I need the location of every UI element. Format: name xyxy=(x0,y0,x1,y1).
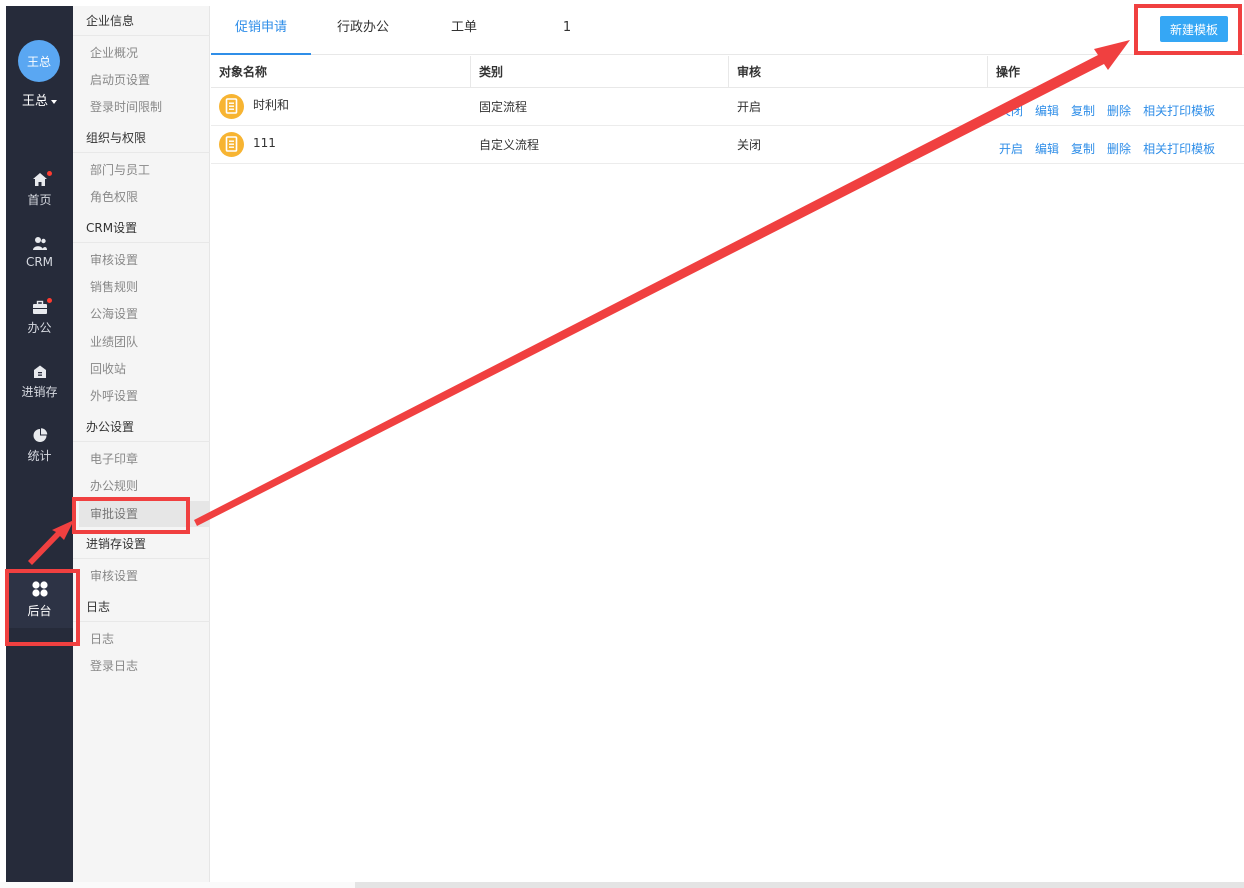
tab-bar: 促销申请 行政办公 工单 1 新建模板 xyxy=(211,6,1244,55)
row-actions: 开启 编辑 复制 删除 相关打印模板 xyxy=(999,134,1227,164)
copy-link[interactable]: 复制 xyxy=(1071,134,1095,164)
sidebar-group-company: 企业信息 xyxy=(73,6,210,36)
copy-link[interactable]: 复制 xyxy=(1071,96,1095,126)
toggle-link[interactable]: 开启 xyxy=(999,134,1023,164)
sidebar-item-outbound-call[interactable]: 外呼设置 xyxy=(73,383,210,409)
sidebar-group-log: 日志 xyxy=(73,592,210,622)
column-header-type: 类别 xyxy=(471,56,729,88)
table-row: 111 自定义流程 关闭 开启 编辑 复制 删除 相关打印模板 xyxy=(211,126,1244,164)
nav-stats[interactable]: 统计 xyxy=(6,428,73,464)
sidebar-item-sales-rules[interactable]: 销售规则 xyxy=(73,274,210,300)
delete-link[interactable]: 删除 xyxy=(1107,96,1131,126)
sidebar-item-log[interactable]: 日志 xyxy=(73,626,210,652)
nav-inventory[interactable]: 进销存 xyxy=(6,364,73,400)
tab-1[interactable]: 1 xyxy=(537,6,597,55)
nav-admin[interactable]: 后台 xyxy=(6,570,73,628)
edit-link[interactable]: 编辑 xyxy=(1035,96,1059,126)
tab-admin-office[interactable]: 行政办公 xyxy=(315,6,411,55)
chevron-down-icon xyxy=(51,99,57,104)
delete-link[interactable]: 删除 xyxy=(1107,134,1131,164)
sidebar-group-crm: CRM设置 xyxy=(73,213,210,243)
sidebar-item-login-time-limit[interactable]: 登录时间限制 xyxy=(73,94,210,120)
table-row: 时利和 固定流程 开启 关闭 编辑 复制 删除 相关打印模板 xyxy=(211,88,1244,126)
notification-dot xyxy=(47,298,52,303)
sidebar-item-departments[interactable]: 部门与员工 xyxy=(73,157,210,183)
cell-review: 开启 xyxy=(737,100,762,114)
toggle-link[interactable]: 关闭 xyxy=(999,96,1023,126)
briefcase-icon xyxy=(32,300,47,314)
document-icon xyxy=(219,94,244,119)
user-name: 王总 xyxy=(21,94,48,109)
sidebar-item-crm-review[interactable]: 审核设置 xyxy=(73,247,210,273)
sidebar-group-org: 组织与权限 xyxy=(73,123,210,153)
column-header-name: 对象名称 xyxy=(211,56,471,88)
users-icon xyxy=(32,237,47,250)
user-menu[interactable]: 王总 xyxy=(6,90,73,109)
edit-link[interactable]: 编辑 xyxy=(1035,134,1059,164)
notification-dot xyxy=(47,171,52,176)
pie-chart-icon xyxy=(33,428,47,442)
column-header-ops: 操作 xyxy=(996,65,1021,79)
nav-office[interactable]: 办公 xyxy=(6,298,73,336)
sidebar-item-startup-page[interactable]: 启动页设置 xyxy=(73,67,210,93)
sidebar-item-inventory-review[interactable]: 审核设置 xyxy=(73,563,210,589)
grid-icon xyxy=(31,581,48,597)
sidebar-item-approval-settings[interactable]: 审批设置 xyxy=(79,501,210,527)
table-header: 对象名称 类别 审核 操作 xyxy=(211,56,1244,88)
avatar[interactable]: 王总 xyxy=(18,40,60,82)
sidebar-item-public-pool[interactable]: 公海设置 xyxy=(73,301,210,327)
sidebar-item-company-overview[interactable]: 企业概况 xyxy=(73,40,210,66)
tab-promotion-request[interactable]: 促销申请 xyxy=(211,6,311,55)
new-template-button[interactable]: 新建模板 xyxy=(1160,16,1228,42)
print-template-link[interactable]: 相关打印模板 xyxy=(1143,134,1215,164)
settings-sidebar: 企业信息 企业概况 启动页设置 登录时间限制 组织与权限 部门与员工 角色权限 … xyxy=(73,6,210,882)
nav-stats-label: 统计 xyxy=(27,449,52,463)
nav-home[interactable]: 首页 xyxy=(6,171,73,208)
sidebar-item-login-log[interactable]: 登录日志 xyxy=(73,653,210,679)
sidebar-item-office-rules[interactable]: 办公规则 xyxy=(73,473,210,499)
avatar-text: 王总 xyxy=(26,54,51,69)
cell-name: 111 xyxy=(253,136,276,150)
cell-review: 关闭 xyxy=(737,138,762,152)
document-icon xyxy=(219,132,244,157)
cell-type: 自定义流程 xyxy=(479,138,540,152)
row-actions: 关闭 编辑 复制 删除 相关打印模板 xyxy=(999,96,1227,126)
tab-work-order[interactable]: 工单 xyxy=(429,6,499,55)
left-nav: 王总 王总 首页 CRM 办公 进销存 统计 后台 xyxy=(6,6,73,882)
nav-office-label: 办公 xyxy=(27,321,52,335)
sidebar-item-e-seal[interactable]: 电子印章 xyxy=(73,446,210,472)
cell-name: 时利和 xyxy=(253,98,290,112)
sidebar-group-inventory: 进销存设置 xyxy=(73,529,210,559)
warehouse-icon xyxy=(33,365,46,378)
nav-home-label: 首页 xyxy=(27,193,52,207)
nav-crm-label: CRM xyxy=(25,255,54,269)
main-content: 促销申请 行政办公 工单 1 新建模板 对象名称 类别 审核 操作 时利和 固定… xyxy=(211,6,1244,882)
nav-inventory-label: 进销存 xyxy=(21,385,58,399)
cell-type: 固定流程 xyxy=(479,100,528,114)
sidebar-group-office: 办公设置 xyxy=(73,412,210,442)
print-template-link[interactable]: 相关打印模板 xyxy=(1143,96,1215,126)
home-icon xyxy=(32,173,47,186)
nav-admin-label: 后台 xyxy=(27,604,52,618)
horizontal-scrollbar[interactable] xyxy=(0,882,1244,888)
sidebar-item-performance-team[interactable]: 业绩团队 xyxy=(73,329,210,355)
column-header-review: 审核 xyxy=(729,56,988,88)
sidebar-item-roles[interactable]: 角色权限 xyxy=(73,184,210,210)
scrollbar-thumb[interactable] xyxy=(0,882,355,888)
nav-crm[interactable]: CRM xyxy=(6,236,73,269)
sidebar-item-recycle-bin[interactable]: 回收站 xyxy=(73,356,210,382)
